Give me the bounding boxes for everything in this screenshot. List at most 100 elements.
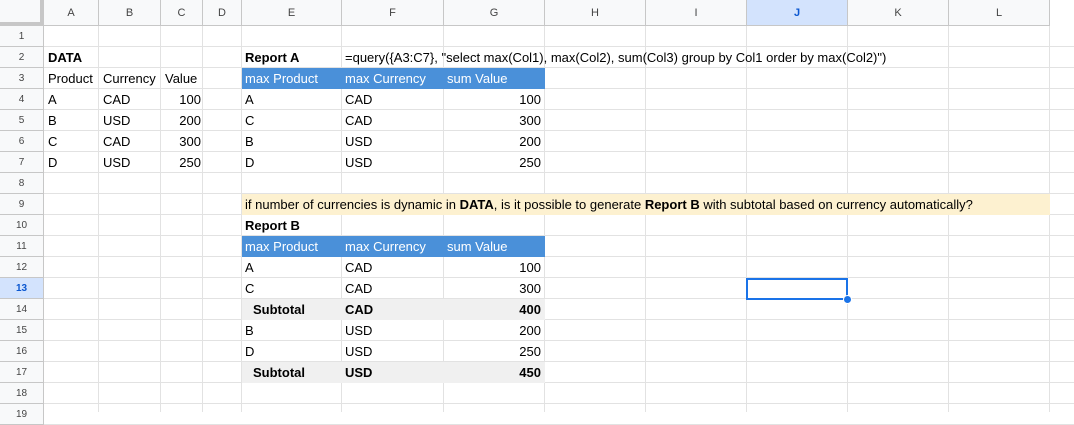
gridline-vertical [948,26,949,412]
row-header-9[interactable]: 9 [0,194,44,215]
data-cell[interactable]: 100 [161,89,205,110]
gridline-vertical [645,26,646,412]
report-a-cell[interactable]: USD [341,131,376,152]
column-header-c[interactable]: C [161,0,203,26]
gridline-horizontal [44,382,1074,383]
report-a-cell[interactable]: 100 [443,89,545,110]
data-cell[interactable]: A [44,89,61,110]
report-b-cell[interactable]: USD [341,320,376,341]
gridline-vertical [1049,26,1050,412]
report-b-cell[interactable]: 100 [443,257,545,278]
data-cell[interactable]: 300 [161,131,205,152]
column-header-e[interactable]: E [242,0,342,26]
report-a-header-value[interactable]: sum Value [443,68,511,89]
report-b-cell[interactable]: 250 [443,341,545,362]
report-a-header-currency[interactable]: max Currency [341,68,430,89]
report-b-cell[interactable]: 200 [443,320,545,341]
row-header-18[interactable]: 18 [0,383,44,404]
data-header-product[interactable]: Product [44,68,97,89]
spreadsheet-grid[interactable]: ABCDEFGHIJKL 1 2 3 4 5 6 7 8 9 10 11 12 13 14 15 16 17 18… [0,0,1074,425]
report-a-cell[interactable]: USD [341,152,376,173]
row-header-13[interactable]: 13 [0,278,44,299]
report-b-subtotal-value[interactable]: 450 [443,362,545,383]
data-title[interactable]: DATA [44,47,86,68]
report-b-header-value[interactable]: sum Value [443,236,511,257]
report-a-cell[interactable]: 200 [443,131,545,152]
row-header-16[interactable]: 16 [0,341,44,362]
report-b-cell[interactable]: D [241,341,258,362]
row-header-14[interactable]: 14 [0,299,44,320]
active-cell-selection[interactable] [746,278,848,300]
data-cell[interactable]: D [44,152,61,173]
row-header-15[interactable]: 15 [0,320,44,341]
report-a-cell[interactable]: 250 [443,152,545,173]
report-a-cell[interactable]: D [241,152,258,173]
report-b-cell[interactable]: CAD [341,278,376,299]
report-b-cell[interactable]: B [241,320,258,341]
report-b-cell[interactable]: C [241,278,258,299]
report-a-header-product[interactable]: max Product [241,68,322,89]
column-header-i[interactable]: I [646,0,747,26]
report-b-cell[interactable]: CAD [341,257,376,278]
report-b-subtotal-label[interactable]: Subtotal [249,362,309,383]
select-all-corner[interactable] [0,0,44,26]
column-header-j[interactable]: J [747,0,848,26]
data-cell[interactable]: CAD [99,89,134,110]
column-header-l[interactable]: L [949,0,1050,26]
report-a-cell[interactable]: CAD [341,89,376,110]
data-cell[interactable]: CAD [99,131,134,152]
report-b-header-currency[interactable]: max Currency [341,236,430,257]
report-b-cell[interactable]: A [241,257,258,278]
data-cell[interactable]: USD [99,152,134,173]
row-header-8[interactable]: 8 [0,173,44,194]
row-header-5[interactable]: 5 [0,110,44,131]
report-a-title[interactable]: Report A [241,47,303,68]
report-b-cell[interactable]: 300 [443,278,545,299]
gridline-horizontal [44,361,1074,362]
row-header-2[interactable]: 2 [0,47,44,68]
row-header-6[interactable]: 6 [0,131,44,152]
report-a-cell[interactable]: B [241,131,258,152]
question-text-part: , is it possible to generate [493,197,645,212]
gridline-horizontal [44,403,1074,404]
column-header-k[interactable]: K [848,0,949,26]
report-a-cell[interactable]: A [241,89,258,110]
report-b-subtotal-currency[interactable]: USD [341,362,376,383]
row-header-11[interactable]: 11 [0,236,44,257]
report-b-title[interactable]: Report B [241,215,304,236]
row-header-7[interactable]: 7 [0,152,44,173]
data-header-currency[interactable]: Currency [99,68,160,89]
fill-handle[interactable] [843,295,852,304]
report-b-subtotal-value[interactable]: 400 [443,299,545,320]
data-cell[interactable]: 200 [161,110,205,131]
column-header-d[interactable]: D [203,0,242,26]
data-cell[interactable]: USD [99,110,134,131]
report-b-cell[interactable]: USD [341,341,376,362]
row-header-3[interactable]: 3 [0,68,44,89]
gridline-vertical [746,26,747,412]
report-a-cell[interactable]: CAD [341,110,376,131]
question-text-bold: DATA [459,197,494,212]
data-cell[interactable]: B [44,110,61,131]
row-header-4[interactable]: 4 [0,89,44,110]
data-cell[interactable]: C [44,131,61,152]
column-header-h[interactable]: H [545,0,646,26]
row-header-12[interactable]: 12 [0,257,44,278]
row-header-17[interactable]: 17 [0,362,44,383]
report-a-cell[interactable]: C [241,110,258,131]
question-note[interactable]: if number of currencies is dynamic in DA… [241,194,977,215]
column-header-b[interactable]: B [99,0,161,26]
report-b-subtotal-currency[interactable]: CAD [341,299,377,320]
data-header-value[interactable]: Value [161,68,201,89]
report-b-subtotal-label[interactable]: Subtotal [249,299,309,320]
row-header-10[interactable]: 10 [0,215,44,236]
data-cell[interactable]: 250 [161,152,205,173]
report-a-formula[interactable]: =query({A3:C7}, "select max(Col1), max(C… [341,47,890,68]
column-header-g[interactable]: G [444,0,545,26]
report-b-header-product[interactable]: max Product [241,236,322,257]
column-header-f[interactable]: F [342,0,444,26]
row-header-19[interactable]: 19 [0,404,44,425]
report-a-cell[interactable]: 300 [443,110,545,131]
column-header-a[interactable]: A [44,0,99,26]
row-header-1[interactable]: 1 [0,26,44,47]
